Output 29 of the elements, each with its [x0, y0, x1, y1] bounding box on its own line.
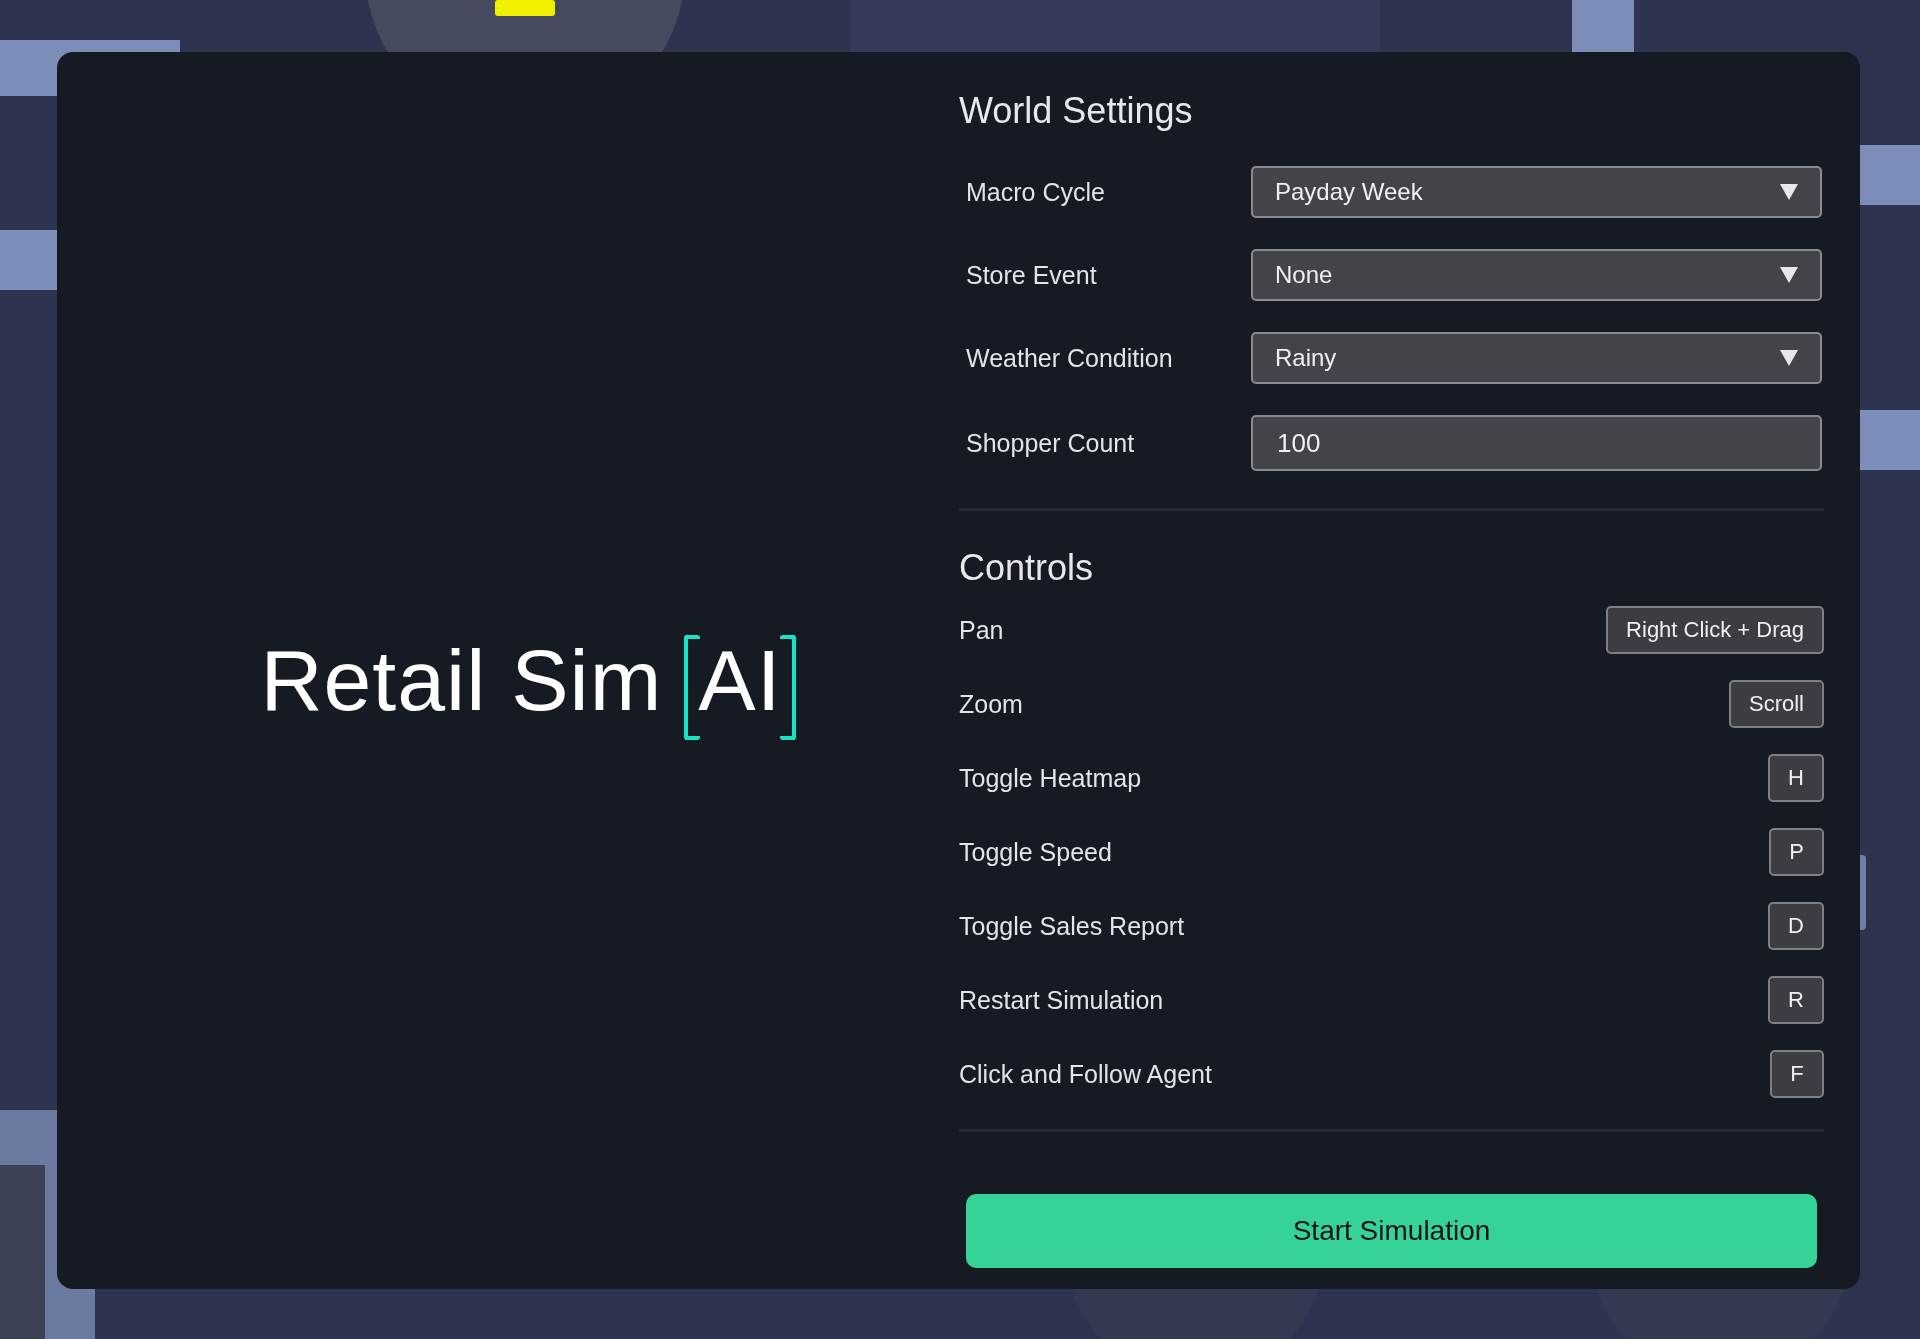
app-logo: Retail Sim AI [260, 620, 796, 740]
section-title: World Settings [959, 90, 1194, 132]
key-hint: F [1770, 1050, 1824, 1098]
dropdown-arrow-icon [1780, 350, 1798, 366]
dropdown[interactable]: None [1251, 249, 1822, 301]
control-label: Zoom [959, 689, 1023, 719]
field-label: Store Event [966, 260, 1098, 290]
dropdown-arrow-icon [1780, 184, 1798, 200]
field-label: Weather Condition [966, 343, 1174, 373]
control-label: Click and Follow Agent [959, 1059, 1212, 1089]
control-label: Toggle Sales Report [959, 911, 1185, 941]
key-hint: Right Click + Drag [1606, 606, 1824, 654]
dropdown[interactable]: Payday Week [1251, 166, 1822, 218]
key-hint: R [1768, 976, 1824, 1024]
field-label: Shopper Count [966, 428, 1136, 458]
control-label: Toggle Speed [959, 837, 1112, 867]
key-hint: D [1768, 902, 1824, 950]
control-label: Restart Simulation [959, 985, 1164, 1015]
key-hint: H [1768, 754, 1824, 802]
section-title: Controls [959, 547, 1095, 589]
dropdown-arrow-icon [1780, 267, 1798, 283]
field-label: Macro Cycle [966, 177, 1106, 207]
key-hint: P [1769, 828, 1824, 876]
control-label: Pan [959, 615, 1004, 645]
dropdown[interactable]: Rainy [1251, 332, 1822, 384]
key-hint: Scroll [1729, 680, 1824, 728]
control-label: Toggle Heatmap [959, 763, 1142, 793]
input-field[interactable]: 100 [1251, 415, 1822, 471]
start-button[interactable]: Start Simulation [966, 1194, 1817, 1268]
